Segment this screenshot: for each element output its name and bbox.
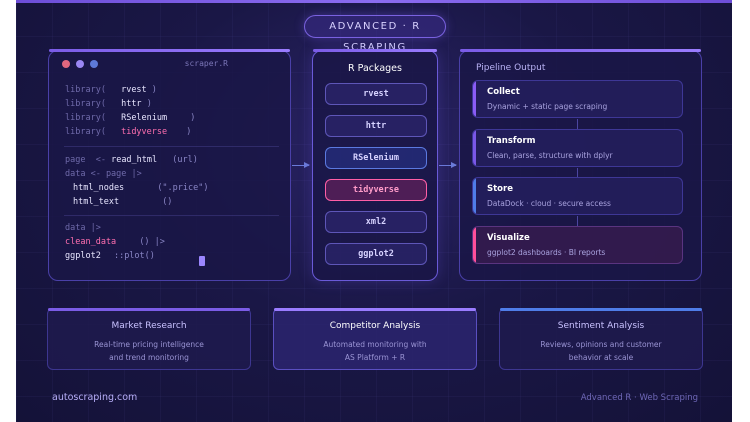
card-competitor-analysis[interactable]: Competitor Analysis Automated monitoring… [273,308,477,370]
panel-top-bar [460,49,701,52]
step-description: Clean, parse, structure with dplyr [487,151,613,160]
code-line: library( RSelenium ) [65,113,196,123]
code-line: library( tidyverse ) [65,127,192,137]
code-file-title: scraper.R [184,59,228,68]
step-title: Visualize [487,233,530,243]
package-rvest[interactable]: rvest [325,83,427,105]
card-sentiment-analysis[interactable]: Sentiment Analysis Reviews, opinions and… [499,308,703,370]
packages-title: R Packages [348,63,402,74]
card-accent-bar [274,308,476,311]
package-tidyverse[interactable]: tidyverse [325,179,427,201]
pipeline-step-visualize[interactable]: Visualize ggplot2 dashboards · BI report… [472,226,683,264]
text-cursor [199,256,205,266]
card-accent-bar [500,308,702,311]
code-line: data <- page |> [65,169,142,179]
footer-caption: Advanced R · Web Scraping [580,393,698,403]
code-line: data |> [65,223,101,233]
arrow-right-icon [439,162,457,168]
step-title: Transform [487,136,536,146]
card-accent-bar [48,308,250,311]
panel-top-bar [49,49,290,52]
code-line: library( httr ) [65,99,152,109]
card-title: Market Research [111,321,187,331]
code-divider [64,215,279,216]
code-editor-panel: scraper.R library( rvest ) library( httr… [48,49,291,281]
step-title: Store [487,184,513,194]
pipeline-title: Pipeline Output [476,63,546,73]
card-title: Competitor Analysis [329,321,421,331]
code-line: html_text () [73,197,173,207]
package-xml2[interactable]: xml2 [325,211,427,233]
pipeline-step-store[interactable]: Store DataDock · cloud · secure access [472,177,683,215]
pipeline-panel: Pipeline Output Collect Dynamic + static… [459,49,702,281]
code-line: library( rvest ) [65,85,157,95]
card-title: Sentiment Analysis [557,321,645,331]
slide-canvas: ADVANCED · R SCRAPING scraper.R library(… [16,0,732,422]
packages-panel: R Packages rvest httr RSelenium tidyvers… [312,49,438,281]
step-accent [473,130,476,166]
step-accent [473,227,476,263]
package-httr[interactable]: httr [325,115,427,137]
code-line: ggplot2 ::plot() [65,251,155,261]
maximize-dot-icon [90,60,98,68]
pipeline-step-transform[interactable]: Transform Clean, parse, structure with d… [472,129,683,167]
code-line: html_nodes (".price") [73,183,209,193]
package-rselenium[interactable]: RSelenium [325,147,427,169]
window-controls [62,60,98,68]
card-description: Reviews, opinions and customer behavior a… [540,340,662,362]
card-market-research[interactable]: Market Research Real-time pricing intell… [47,308,251,370]
top-accent-line [16,0,732,3]
code-divider [64,146,279,147]
step-connector [577,216,578,226]
close-dot-icon [62,60,70,68]
minimize-dot-icon [76,60,84,68]
step-accent [473,178,476,214]
code-line: clean_data () |> [65,237,165,247]
package-ggplot2[interactable]: ggplot2 [325,243,427,265]
step-title: Collect [487,87,520,97]
card-description: Automated monitoring with AS Platform + R [323,340,427,362]
pipeline-step-collect[interactable]: Collect Dynamic + static page scraping [472,80,683,118]
step-accent [473,81,476,117]
card-description: Real-time pricing intelligence and trend … [94,340,204,362]
code-line: page <- read_html (url) [65,155,198,165]
step-description: Dynamic + static page scraping [487,102,608,111]
arrow-right-icon [292,162,310,168]
step-description: ggplot2 dashboards · BI reports [487,248,606,257]
step-connector [577,119,578,129]
title-badge: ADVANCED · R SCRAPING [304,15,446,53]
step-description: DataDock · cloud · secure access [487,199,611,208]
footer-domain-link[interactable]: autoscraping.com [52,392,137,403]
panel-top-bar [313,49,437,52]
